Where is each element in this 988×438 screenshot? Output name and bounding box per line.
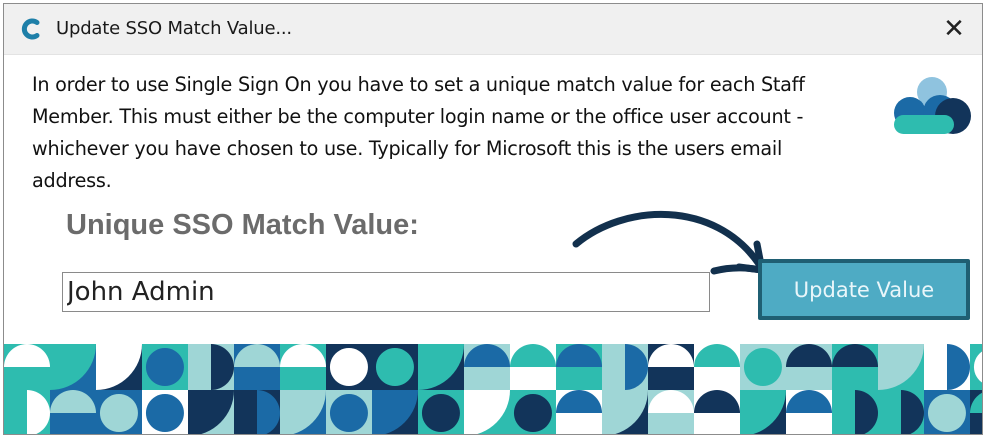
pattern-shape bbox=[145, 394, 184, 432]
dialog-window: Update SSO Match Value... ✕ In order to … bbox=[3, 3, 983, 435]
close-icon: ✕ bbox=[943, 14, 965, 44]
pattern-shape bbox=[421, 394, 460, 432]
pattern-shape bbox=[743, 348, 782, 386]
update-value-button[interactable]: Update Value bbox=[758, 259, 970, 320]
pattern-shape bbox=[329, 394, 368, 432]
close-button[interactable]: ✕ bbox=[926, 4, 982, 54]
pattern-shape bbox=[927, 394, 966, 432]
match-value-input[interactable] bbox=[62, 272, 710, 312]
match-value-label: Unique SSO Match Value: bbox=[66, 209, 419, 241]
pattern-shape bbox=[145, 348, 184, 386]
c-logo-icon bbox=[21, 18, 40, 40]
title-bar: Update SSO Match Value... ✕ bbox=[4, 4, 982, 55]
pattern-shape bbox=[375, 348, 414, 386]
decorative-pattern-banner bbox=[4, 344, 982, 434]
pattern-shape bbox=[513, 394, 552, 432]
pattern-shape bbox=[329, 348, 368, 386]
window-title: Update SSO Match Value... bbox=[56, 18, 292, 39]
update-value-button-label: Update Value bbox=[762, 263, 966, 316]
cloud-logo-icon bbox=[894, 77, 971, 134]
instruction-text: In order to use Single Sign On you have … bbox=[32, 73, 805, 192]
pattern-shape bbox=[99, 394, 138, 432]
